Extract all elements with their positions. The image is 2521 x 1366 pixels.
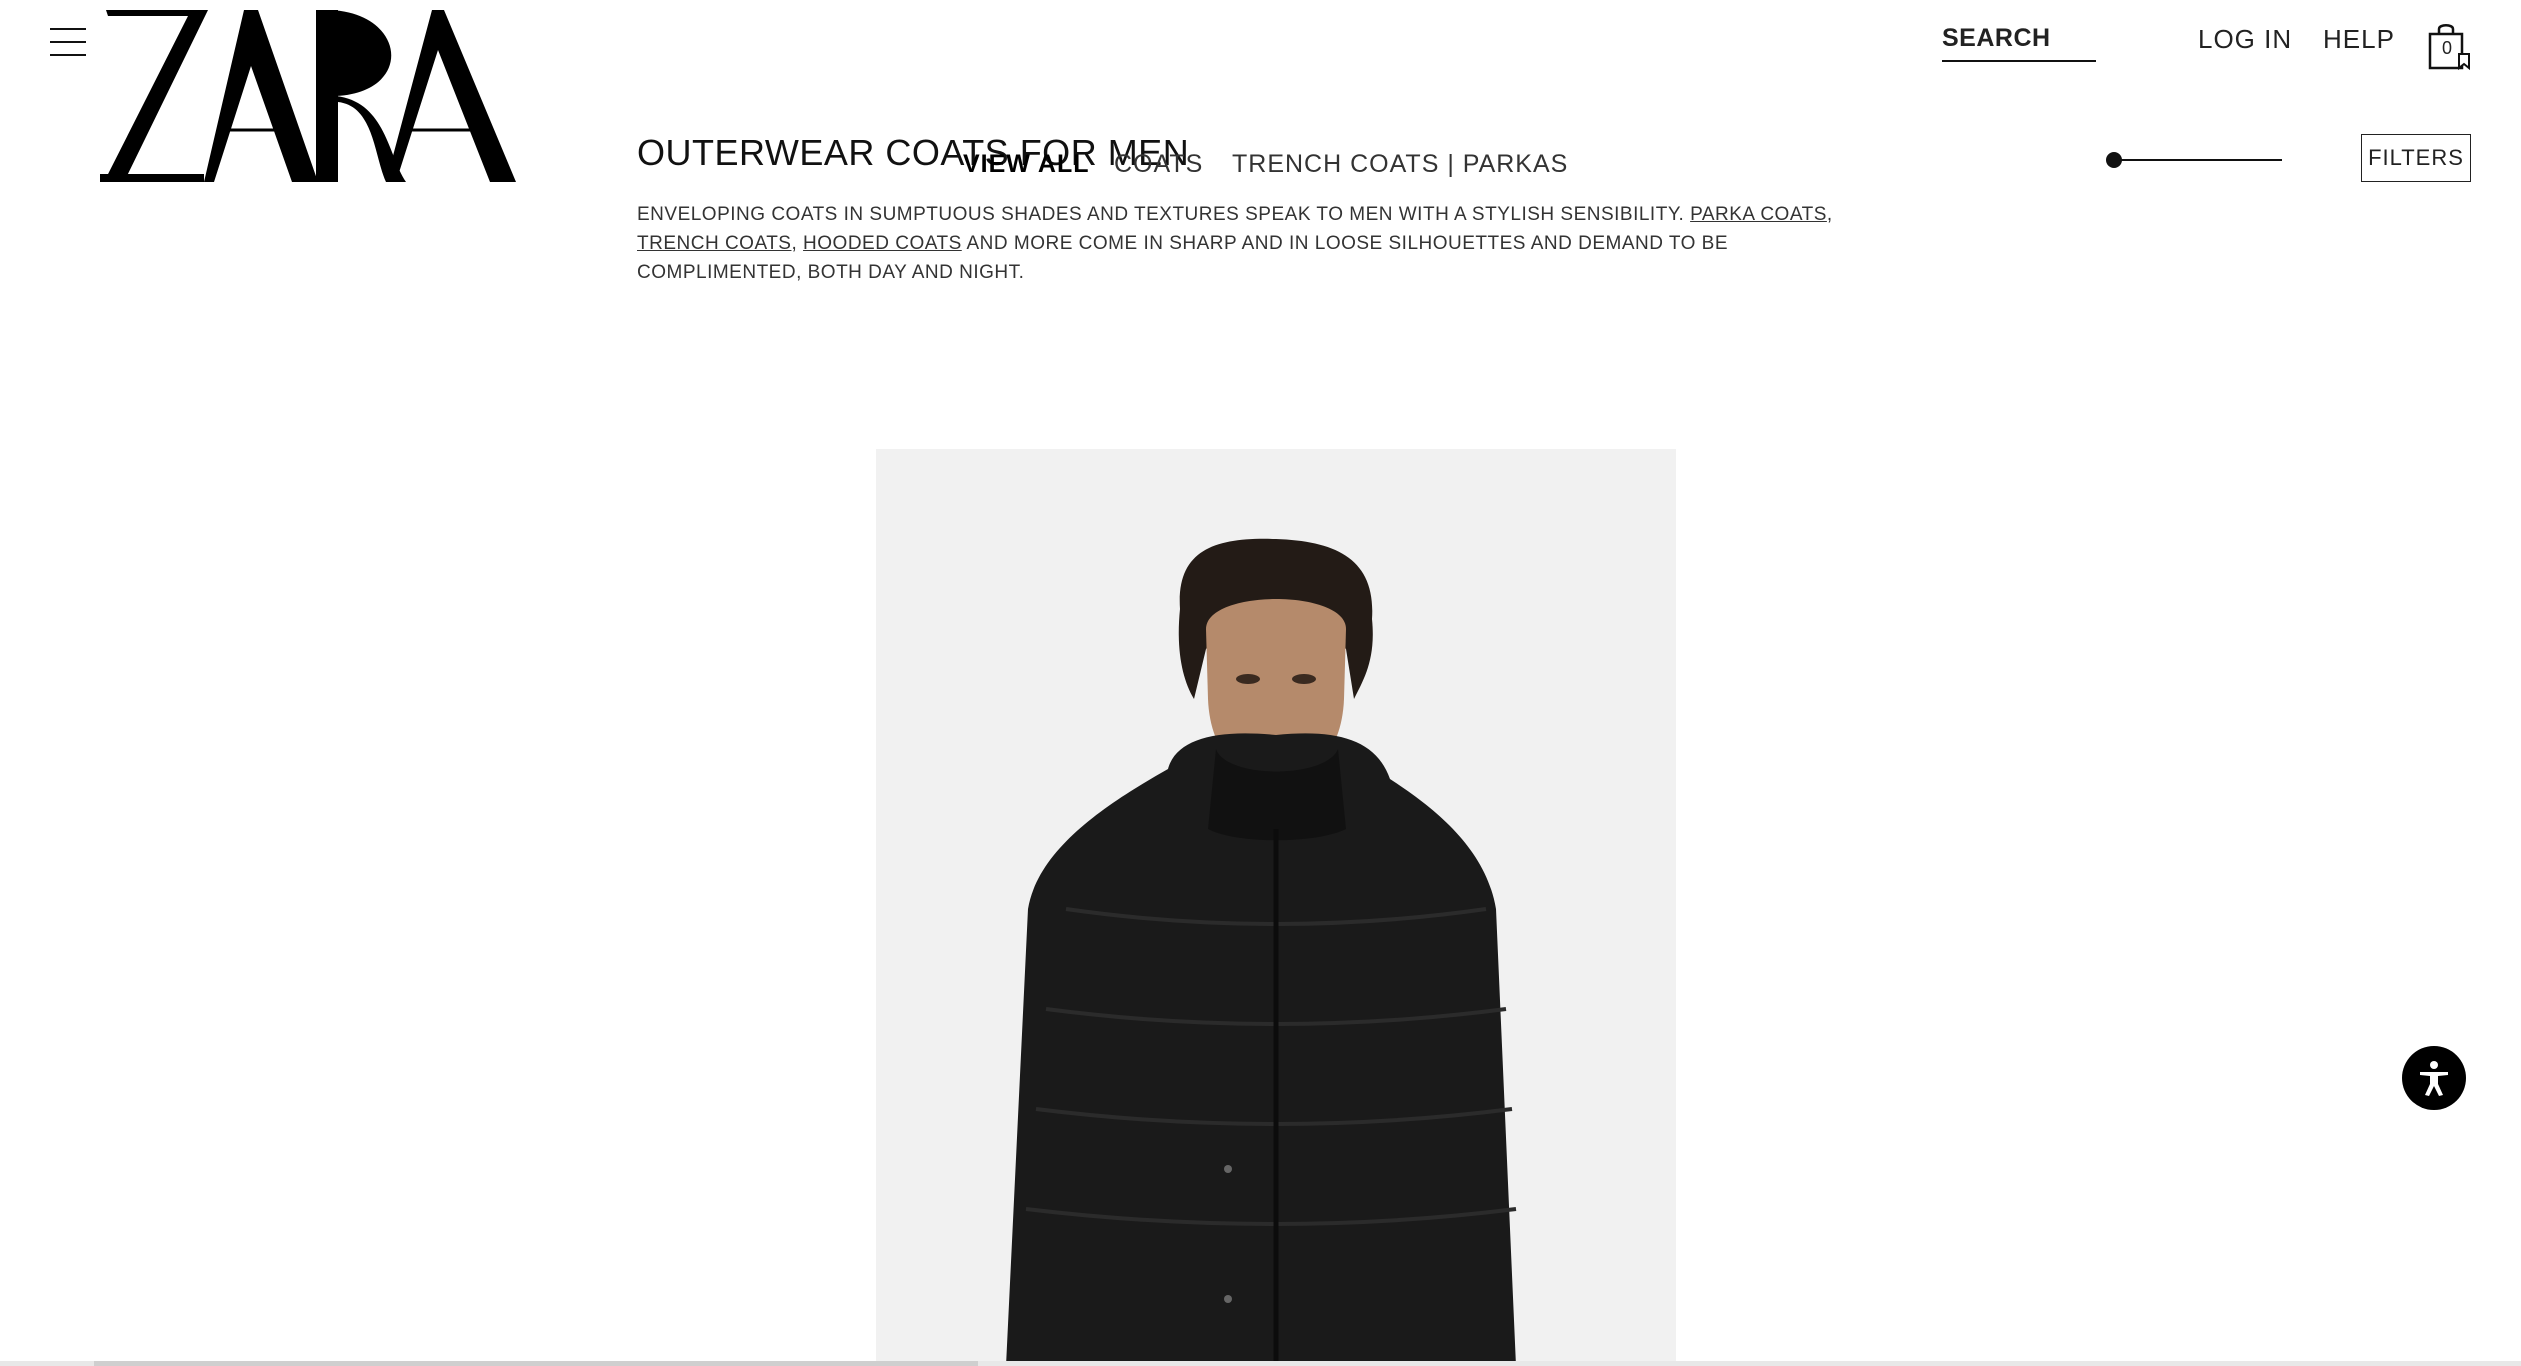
zara-logo[interactable] bbox=[96, 6, 520, 186]
parka-coats-link[interactable]: PARKA COATS bbox=[1690, 204, 1827, 225]
search-link[interactable]: SEARCH bbox=[1942, 24, 2096, 62]
accessibility-button[interactable] bbox=[2402, 1046, 2466, 1110]
zoom-slider-handle[interactable] bbox=[2106, 152, 2122, 168]
shopping-bag-button[interactable]: 0 bbox=[2428, 22, 2472, 72]
tab-view-all[interactable]: VIEW ALL bbox=[963, 150, 1090, 179]
hamburger-menu-icon[interactable] bbox=[50, 26, 86, 58]
zoom-slider-track bbox=[2110, 159, 2282, 161]
grid-zoom-slider[interactable] bbox=[2106, 150, 2282, 170]
hooded-coats-link[interactable]: HOODED COATS bbox=[803, 233, 962, 254]
tab-trench-coats-parkas[interactable]: TRENCH COATS | PARKAS bbox=[1232, 150, 1568, 179]
horizontal-scrollbar-thumb[interactable] bbox=[94, 1361, 978, 1366]
description-text: ENVELOPING COATS IN SUMPTUOUS SHADES AND… bbox=[637, 204, 1691, 225]
separator: , bbox=[791, 233, 804, 254]
tab-coats[interactable]: COATS bbox=[1114, 150, 1203, 179]
login-link[interactable]: LOG IN bbox=[2198, 24, 2292, 55]
bag-count: 0 bbox=[2442, 38, 2453, 58]
product-photo-man-in-black-puffer-jacket bbox=[876, 449, 1676, 1366]
filters-button[interactable]: FILTERS bbox=[2361, 134, 2471, 182]
separator: , bbox=[1826, 204, 1833, 225]
category-description: ENVELOPING COATS IN SUMPTUOUS SHADES AND… bbox=[637, 200, 1837, 287]
product-image[interactable] bbox=[876, 449, 1676, 1366]
help-link[interactable]: HELP bbox=[2323, 24, 2395, 55]
page-title: OUTERWEAR COATS FOR MEN bbox=[637, 132, 1190, 173]
trench-coats-link[interactable]: TRENCH COATS bbox=[637, 233, 791, 254]
accessibility-icon bbox=[2420, 1061, 2448, 1096]
